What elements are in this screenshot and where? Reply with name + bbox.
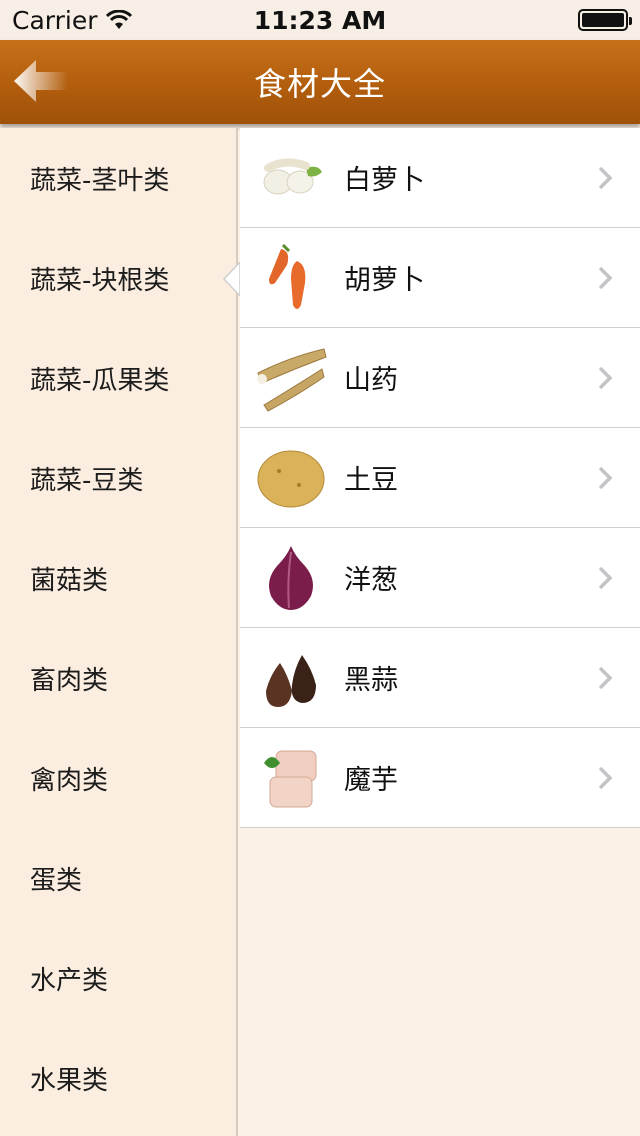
yam-thumbnail <box>254 341 328 415</box>
sidebar-item-label: 蛋类 <box>30 865 83 896</box>
sidebar-item-mushrooms[interactable]: 菌菇类 <box>0 528 236 628</box>
list-item-white-radish[interactable]: 白萝卜 <box>240 128 640 228</box>
list-item-yam[interactable]: 山药 <box>240 328 640 428</box>
list-item-carrot[interactable]: 胡萝卜 <box>240 228 640 328</box>
list-item-konjac[interactable]: 魔芋 <box>240 728 640 828</box>
selected-indicator-icon <box>222 262 241 296</box>
sidebar-item-label: 水果类 <box>30 1065 109 1096</box>
chevron-right-icon <box>598 266 612 290</box>
list-item-onion[interactable]: 洋葱 <box>240 528 640 628</box>
list-item-label: 土豆 <box>344 465 398 496</box>
sidebar-item-livestock-meat[interactable]: 畜肉类 <box>0 628 236 728</box>
list-item-label: 魔芋 <box>344 765 398 796</box>
carrot-thumbnail <box>254 241 328 315</box>
category-sidebar: 蔬菜-茎叶类 蔬菜-块根类 蔬菜-瓜果类 蔬菜-豆类 菌菇类 畜肉类 禽肉类 蛋… <box>0 128 238 1136</box>
konjac-thumbnail <box>254 741 328 815</box>
page-title: 食材大全 <box>253 65 386 103</box>
list-item-potato[interactable]: 土豆 <box>240 428 640 528</box>
list-item-label: 山药 <box>344 365 398 396</box>
onion-thumbnail <box>254 541 328 615</box>
chevron-right-icon <box>598 566 612 590</box>
chevron-right-icon <box>598 366 612 390</box>
white-radish-thumbnail <box>254 141 328 215</box>
ingredient-list: 白萝卜 胡萝卜 山药 土豆 洋葱 黑蒜 魔芋 <box>240 128 640 1136</box>
carrier-label: Carrier <box>12 5 98 35</box>
status-left: Carrier <box>12 6 132 35</box>
list-item-black-garlic[interactable]: 黑蒜 <box>240 628 640 728</box>
sidebar-item-label: 蔬菜-豆类 <box>30 465 144 496</box>
sidebar-item-label: 禽肉类 <box>30 765 109 796</box>
list-item-label: 白萝卜 <box>344 165 425 196</box>
back-button[interactable] <box>12 58 72 104</box>
sidebar-item-stem-leaf-vegetables[interactable]: 蔬菜-茎叶类 <box>0 128 236 228</box>
sidebar-item-fruits[interactable]: 水果类 <box>0 1028 236 1128</box>
list-item-label: 洋葱 <box>344 565 398 596</box>
sidebar-item-label: 畜肉类 <box>30 665 109 696</box>
sidebar-item-label: 蔬菜-茎叶类 <box>30 165 170 196</box>
list-item-label: 胡萝卜 <box>344 265 425 296</box>
list-item-label: 黑蒜 <box>344 665 398 696</box>
battery-icon <box>578 9 632 31</box>
sidebar-item-label: 蔬菜-块根类 <box>30 265 170 296</box>
status-bar: Carrier 11:23 AM <box>0 0 640 40</box>
sidebar-item-seafood[interactable]: 水产类 <box>0 928 236 1028</box>
chevron-right-icon <box>598 766 612 790</box>
chevron-right-icon <box>598 166 612 190</box>
sidebar-item-label: 水产类 <box>30 965 109 996</box>
potato-thumbnail <box>254 441 328 515</box>
back-arrow-icon <box>14 60 68 102</box>
sidebar-item-eggs[interactable]: 蛋类 <box>0 828 236 928</box>
sidebar-item-poultry[interactable]: 禽肉类 <box>0 728 236 828</box>
sidebar-item-label: 菌菇类 <box>30 565 109 596</box>
black-garlic-thumbnail <box>254 641 328 715</box>
navigation-bar: 食材大全 <box>0 40 640 124</box>
chevron-right-icon <box>598 466 612 490</box>
chevron-right-icon <box>598 666 612 690</box>
sidebar-item-root-vegetables[interactable]: 蔬菜-块根类 <box>0 228 236 328</box>
sidebar-item-gourd-vegetables[interactable]: 蔬菜-瓜果类 <box>0 328 236 428</box>
sidebar-item-bean-vegetables[interactable]: 蔬菜-豆类 <box>0 428 236 528</box>
wifi-icon <box>105 10 132 30</box>
sidebar-item-label: 蔬菜-瓜果类 <box>30 365 170 396</box>
